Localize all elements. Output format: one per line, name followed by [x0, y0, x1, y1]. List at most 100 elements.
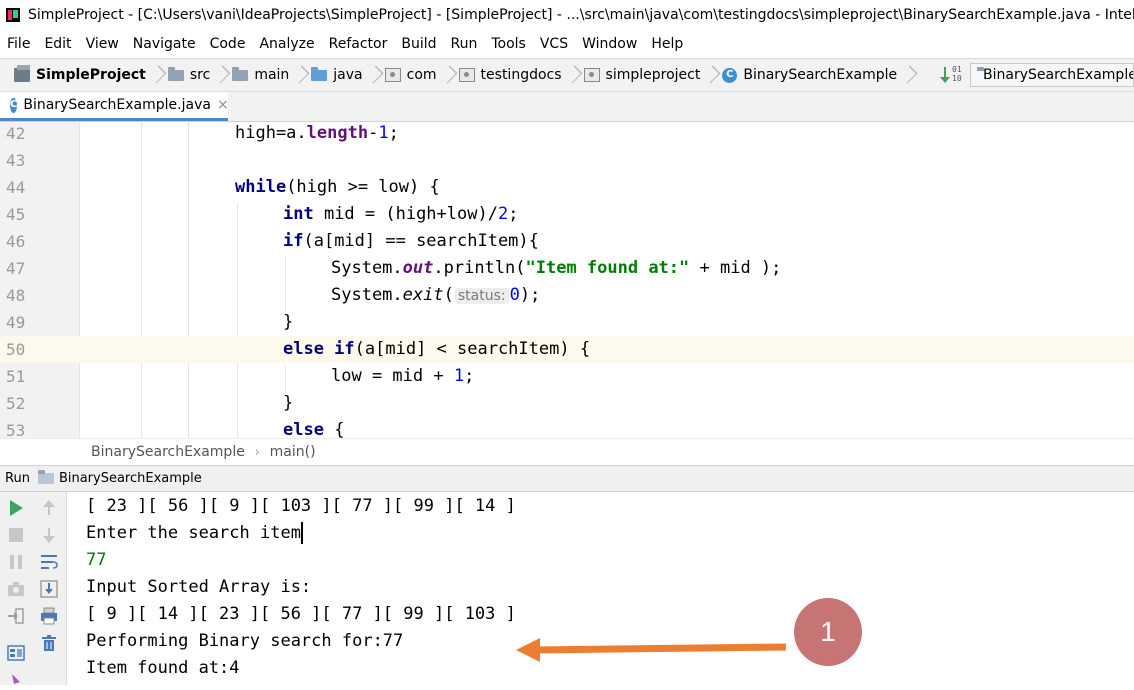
nav-crumb-class[interactable]: C BinarySearchExample: [718, 59, 901, 91]
navigation-bar: SimpleProject src main java com testingd…: [0, 58, 1134, 92]
code-text: if(a[mid] == searchItem){: [283, 231, 539, 251]
code-text: high=a.length-1;: [235, 123, 399, 143]
breadcrumb-class[interactable]: BinarySearchExample: [91, 444, 245, 460]
text-cursor: [300, 522, 303, 544]
breadcrumb-method[interactable]: main(): [270, 444, 316, 460]
console-line: Input Sorted Array is:: [86, 577, 312, 597]
run-toolbar-primary: [0, 492, 33, 685]
editor-breadcrumb: BinarySearchExample › main(): [0, 438, 1134, 465]
soft-wrap-icon[interactable]: [39, 552, 59, 572]
code-editor[interactable]: 42 high=a.length-1; 43 44 while(high >= …: [0, 122, 1134, 438]
pin-icon[interactable]: [6, 670, 26, 690]
menu-navigate[interactable]: Navigate: [126, 36, 203, 52]
pause-icon[interactable]: [6, 552, 26, 572]
project-icon: [14, 65, 30, 82]
title-bar: SimpleProject - [C:\Users\vani\IdeaProje…: [0, 0, 1134, 30]
menu-refactor[interactable]: Refactor: [322, 36, 395, 52]
tab-label: BinarySearchExample.java: [23, 97, 211, 113]
chevron-right-icon: [706, 65, 716, 85]
print-icon[interactable]: [39, 606, 59, 626]
nav-crumb-simpleproject[interactable]: simpleproject: [580, 59, 705, 91]
menu-bar: File Edit View Navigate Code Analyze Ref…: [0, 30, 1134, 58]
trash-icon[interactable]: [39, 633, 59, 653]
code-line: 46 if(a[mid] == searchItem){: [0, 228, 1134, 255]
run-config-label: BinarySearchExample: [983, 67, 1134, 83]
chevron-right-icon: [568, 65, 578, 85]
line-number: 45: [6, 205, 26, 224]
layout-icon[interactable]: [6, 643, 26, 663]
chevron-right-icon: [295, 65, 305, 85]
package-icon: [384, 68, 401, 82]
chevron-right-icon: [903, 65, 913, 85]
scroll-to-end-icon[interactable]: [39, 579, 59, 599]
console-line: [ 9 ][ 14 ][ 23 ][ 56 ][ 77 ][ 99 ][ 103…: [86, 604, 516, 624]
rerun-icon[interactable]: [6, 498, 26, 518]
nav-crumb-label: SimpleProject: [36, 67, 146, 83]
nav-crumb-label: simpleproject: [605, 67, 701, 83]
nav-crumb-label: java: [333, 67, 363, 83]
nav-crumb-project[interactable]: SimpleProject: [0, 59, 150, 91]
nav-crumb-label: testingdocs: [480, 67, 562, 83]
menu-view[interactable]: View: [79, 36, 126, 52]
console-line: Enter the search item: [86, 522, 303, 544]
menu-vcs[interactable]: VCS: [533, 36, 575, 52]
console-line: [ 23 ][ 56 ][ 9 ][ 103 ][ 77 ][ 99 ][ 14…: [86, 496, 516, 516]
package-icon: [583, 68, 600, 82]
nav-crumb-main[interactable]: main: [228, 59, 293, 91]
arrow-up-icon[interactable]: [39, 498, 59, 518]
menu-run[interactable]: Run: [444, 36, 485, 52]
run-panel-header: Run BinarySearchExample: [0, 465, 1134, 492]
chevron-right-icon: [152, 65, 162, 85]
tab-binarysearchexample[interactable]: C BinarySearchExample.java ×: [0, 92, 229, 121]
camera-icon[interactable]: [6, 579, 26, 599]
line-number: 46: [6, 232, 26, 251]
intellij-logo-icon: [6, 8, 20, 22]
sort-icon[interactable]: 01 10: [940, 65, 964, 85]
run-panel-title: Run: [5, 471, 30, 486]
menu-edit[interactable]: Edit: [37, 36, 78, 52]
source-folder-icon: [311, 66, 328, 81]
menu-tools[interactable]: Tools: [484, 36, 533, 52]
menu-build[interactable]: Build: [394, 36, 443, 52]
run-tab-label[interactable]: BinarySearchExample: [59, 471, 202, 486]
line-number: 44: [6, 178, 26, 197]
nav-crumb-java[interactable]: java: [307, 59, 366, 91]
line-number: 42: [6, 124, 26, 143]
code-text: while(high >= low) {: [235, 177, 440, 197]
console-output[interactable]: [ 23 ][ 56 ][ 9 ][ 103 ][ 77 ][ 99 ][ 14…: [67, 492, 1134, 685]
nav-crumb-label: com: [406, 67, 437, 83]
parameter-hint: status:: [454, 288, 509, 304]
line-number: 48: [6, 286, 26, 305]
console-line: Performing Binary search for:77: [86, 631, 404, 651]
login-icon[interactable]: [6, 606, 26, 626]
class-icon: C: [10, 97, 18, 113]
line-number: 52: [6, 394, 26, 413]
code-line: 43: [0, 147, 1134, 174]
code-line: 48 System.exit(status: 0);: [0, 282, 1134, 309]
menu-analyze[interactable]: Analyze: [252, 36, 321, 52]
close-icon[interactable]: ×: [217, 97, 229, 113]
menu-window[interactable]: Window: [575, 36, 644, 52]
folder-icon: [232, 66, 249, 81]
nav-crumb-testingdocs[interactable]: testingdocs: [455, 59, 566, 91]
code-line: 44 while(high >= low) {: [0, 174, 1134, 201]
code-line: 51 low = mid + 1;: [0, 363, 1134, 390]
editor-tab-bar: C BinarySearchExample.java ×: [0, 92, 1134, 122]
run-configuration-selector[interactable]: BinarySearchExample: [970, 63, 1134, 87]
nav-crumb-com[interactable]: com: [381, 59, 441, 91]
window-title: SimpleProject - [C:\Users\vani\IdeaProje…: [28, 7, 1134, 23]
line-number: 51: [6, 367, 26, 386]
code-line: 45 int mid = (high+low)/2;: [0, 201, 1134, 228]
chevron-right-icon: ›: [254, 445, 260, 459]
chevron-right-icon: [369, 65, 379, 85]
line-number: 47: [6, 259, 26, 278]
menu-code[interactable]: Code: [203, 36, 253, 52]
menu-file[interactable]: File: [0, 36, 37, 52]
stop-icon[interactable]: [6, 525, 26, 545]
run-config-icon: [37, 470, 54, 484]
code-text: System.exit(status: 0);: [331, 285, 541, 305]
arrow-down-icon[interactable]: [39, 525, 59, 545]
nav-crumb-src[interactable]: src: [164, 59, 214, 91]
menu-help[interactable]: Help: [644, 36, 690, 52]
chevron-right-icon: [443, 65, 453, 85]
